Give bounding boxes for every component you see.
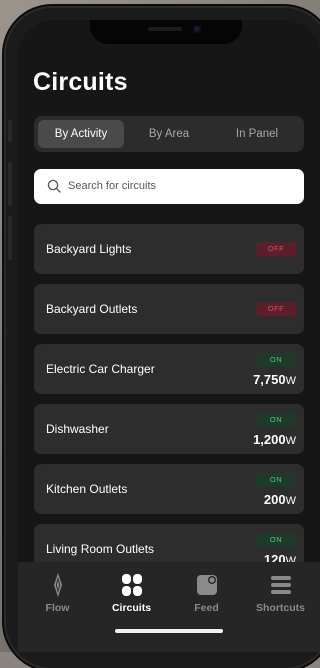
- tab-label: Flow: [45, 602, 70, 614]
- tab-circuits[interactable]: Circuits: [94, 572, 169, 614]
- tab-label: Feed: [194, 602, 219, 614]
- notch: [90, 20, 242, 44]
- power-value: 200: [263, 492, 286, 507]
- status-badge: ON: [256, 533, 296, 547]
- view-segmented-control: By Activity By Area In Panel: [34, 116, 304, 152]
- shortcuts-icon: [270, 576, 291, 594]
- status-badge: OFF: [256, 242, 296, 256]
- tab-label: Circuits: [111, 602, 152, 614]
- circuit-name: Dishwasher: [46, 422, 109, 436]
- status-badge: ON: [256, 353, 296, 367]
- circuit-name: Kitchen Outlets: [46, 482, 128, 496]
- page-title: Circuits: [33, 68, 128, 96]
- mute-switch: [8, 120, 12, 142]
- circuit-name: Backyard Outlets: [46, 302, 138, 316]
- power-unit: W: [285, 375, 296, 387]
- volume-up-button: [8, 162, 12, 206]
- home-indicator[interactable]: [115, 629, 223, 633]
- tab-shortcuts[interactable]: Shortcuts: [243, 572, 318, 614]
- power-unit: W: [285, 435, 296, 447]
- search-icon: [47, 179, 61, 193]
- status-badge: ON: [256, 473, 296, 487]
- power-reading: 1,200W: [253, 432, 296, 447]
- power-value: 7,750: [253, 372, 286, 387]
- status-badge: ON: [256, 413, 296, 427]
- power-reading: 7,750W: [253, 372, 296, 387]
- circuit-name: Electric Car Charger: [46, 362, 155, 376]
- front-camera: [193, 25, 201, 33]
- circuit-card-backyard-lights[interactable]: Backyard Lights OFF: [34, 224, 304, 274]
- phone-screen: Circuits By Activity By Area In Panel Se…: [18, 20, 320, 652]
- power-reading: 200W: [264, 492, 296, 507]
- search-input[interactable]: Search for circuits: [34, 169, 304, 204]
- flow-icon: [53, 573, 62, 597]
- circuit-card-electric-car-charger[interactable]: Electric Car Charger ON 7,750W: [34, 344, 304, 394]
- tab-label: Shortcuts: [255, 602, 305, 614]
- circuit-name: Backyard Lights: [46, 242, 132, 256]
- bottom-tab-bar: Flow Circuits Feed Shortcuts: [18, 562, 320, 652]
- tab-feed[interactable]: Feed: [169, 572, 244, 614]
- circuit-card-kitchen-outlets[interactable]: Kitchen Outlets ON 200W: [34, 464, 304, 514]
- segment-by-activity[interactable]: By Activity: [38, 120, 124, 148]
- circuits-icon: [121, 574, 142, 596]
- segment-by-area[interactable]: By Area: [126, 120, 212, 148]
- feed-icon: [196, 575, 217, 595]
- tab-flow[interactable]: Flow: [20, 572, 95, 614]
- speaker: [148, 27, 182, 31]
- circuit-card-backyard-outlets[interactable]: Backyard Outlets OFF: [34, 284, 304, 334]
- search-placeholder: Search for circuits: [68, 180, 157, 192]
- power-unit: W: [285, 495, 296, 507]
- power-value: 1,200: [253, 432, 286, 447]
- volume-down-button: [8, 216, 12, 260]
- segment-in-panel[interactable]: In Panel: [214, 120, 300, 148]
- circuit-card-dishwasher[interactable]: Dishwasher ON 1,200W: [34, 404, 304, 454]
- status-badge: OFF: [256, 302, 296, 316]
